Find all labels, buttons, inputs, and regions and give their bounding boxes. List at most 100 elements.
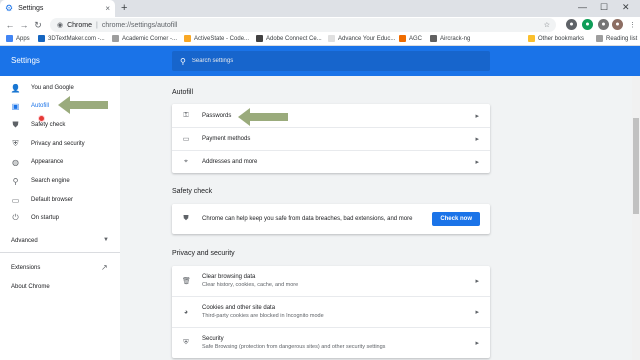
row-label: Addresses and more xyxy=(202,159,258,165)
reading-list[interactable]: Reading list xyxy=(596,35,637,42)
check-now-button[interactable]: Check now xyxy=(432,212,480,226)
search-box[interactable]: ⚲ xyxy=(172,51,490,71)
url-path: chrome://settings/autofill xyxy=(101,21,178,29)
bookmark-favicon-icon xyxy=(328,35,335,42)
open-external-icon[interactable]: ↗ xyxy=(101,263,108,272)
bookmark-item[interactable]: 3DTextMaker.com -... xyxy=(38,35,105,42)
sidebar-item-label: Autofill xyxy=(31,103,50,109)
url-separator: | xyxy=(96,21,98,29)
bookmark-label: ActiveState - Code... xyxy=(194,35,250,42)
sidebar: 👤 You and Google ▣ Autofill ⛊ Safety che… xyxy=(0,76,120,360)
bookmark-label: Advance Your Educ... xyxy=(338,35,396,42)
sidebar-item-search-engine[interactable]: ⚲ Search engine xyxy=(0,173,120,189)
close-window-button[interactable]: ✕ xyxy=(622,2,630,13)
browser-window-icon: ▭ xyxy=(11,195,20,205)
addresses-row[interactable]: ⌖ Addresses and more ▸ xyxy=(172,150,490,173)
bookmark-item[interactable]: Academic Corner -... xyxy=(112,35,177,42)
sidebar-item-you-and-google[interactable]: 👤 You and Google xyxy=(0,80,120,96)
security-row[interactable]: ⛨ Security Safe Browsing (protection fro… xyxy=(172,327,490,358)
bookmark-item[interactable]: AGC xyxy=(399,35,422,42)
back-button[interactable]: ← xyxy=(3,20,17,30)
sidebar-item-on-startup[interactable]: ⏻ On startup xyxy=(0,210,120,226)
bookmark-item[interactable]: Adobe Connect Ce... xyxy=(256,35,322,42)
power-icon: ⏻ xyxy=(12,213,19,222)
tab-title: Settings xyxy=(18,5,44,12)
address-bar[interactable]: ◉ Chrome | chrome://settings/autofill ☆ xyxy=(50,18,556,32)
apps-bookmark[interactable]: Apps xyxy=(6,35,30,42)
row-text: Cookies and other site data Third-party … xyxy=(202,305,324,319)
sidebar-extensions[interactable]: Extensions xyxy=(11,265,40,271)
bookmarks-bar: Apps 3DTextMaker.com -... Academic Corne… xyxy=(0,33,640,46)
tab-close-icon[interactable]: × xyxy=(105,4,110,13)
sidebar-item-privacy[interactable]: ⛨ Privacy and security xyxy=(0,136,120,152)
tab-strip: ⚙ Settings × + — ☐ ✕ xyxy=(0,0,640,17)
menu-icon[interactable]: ⋮ xyxy=(627,19,638,30)
search-input[interactable] xyxy=(191,58,472,64)
new-tab-button[interactable]: + xyxy=(121,2,127,14)
annotation-arrow-icon xyxy=(58,96,108,114)
sidebar-item-label: On startup xyxy=(31,215,60,221)
sidebar-advanced[interactable]: Advanced xyxy=(11,238,38,244)
sidebar-item-label: Safety check xyxy=(31,122,66,128)
shield-check-icon: ⛊ xyxy=(183,215,189,222)
page-title: Settings xyxy=(11,56,40,65)
annotation-arrow-icon xyxy=(238,108,288,126)
key-icon: ⚿ xyxy=(183,111,189,119)
row-label: Payment methods xyxy=(202,136,251,142)
row-text: Clear browsing data Clear history, cooki… xyxy=(202,274,298,288)
bookmark-item[interactable]: ActiveState - Code... xyxy=(184,35,249,42)
safety-check-text: Chrome can help keep you safe from data … xyxy=(202,216,413,222)
bookmark-star-icon[interactable]: ☆ xyxy=(544,21,550,29)
cookie-icon: ◕ xyxy=(183,308,189,316)
sidebar-item-safety-check[interactable]: ⛊ Safety check xyxy=(0,117,120,133)
passwords-row[interactable]: ⚿ Passwords ▸ xyxy=(172,104,490,127)
sidebar-item-label: Search engine xyxy=(31,178,70,184)
bookmark-favicon-icon xyxy=(184,35,191,42)
extension-grid-icon[interactable]: ● xyxy=(598,19,609,30)
bookmark-favicon-icon xyxy=(256,35,263,42)
row-label: Security xyxy=(202,336,224,342)
bookmark-item[interactable]: Aircrack-ng xyxy=(430,35,470,42)
row-sublabel: Clear history, cookies, cache, and more xyxy=(202,282,299,288)
apps-grid-icon xyxy=(6,35,13,42)
maximize-button[interactable]: ☐ xyxy=(600,2,608,13)
chevron-right-icon: ▸ xyxy=(475,278,479,285)
apps-label: Apps xyxy=(16,35,30,42)
other-bookmarks[interactable]: Other bookmarks xyxy=(528,35,584,42)
tab-settings[interactable]: ⚙ Settings × xyxy=(0,0,115,17)
safety-check-card: ⛊ Chrome can help keep you safe from dat… xyxy=(172,204,490,234)
cookies-row[interactable]: ◕ Cookies and other site data Third-part… xyxy=(172,296,490,327)
gear-icon: ⚙ xyxy=(5,3,14,13)
person-icon: 👤 xyxy=(10,83,21,93)
sidebar-item-label: Default browser xyxy=(31,197,74,203)
minimize-button[interactable]: — xyxy=(578,2,587,12)
palette-icon: ◍ xyxy=(12,157,19,167)
payment-methods-row[interactable]: ▭ Payment methods ▸ xyxy=(172,127,490,150)
reload-button[interactable]: ↻ xyxy=(31,20,45,31)
chrome-icon: ◉ xyxy=(57,22,64,29)
extension-icon[interactable]: ● xyxy=(582,19,593,30)
other-bookmarks-label: Other bookmarks xyxy=(538,35,585,42)
profile-avatar[interactable]: ● xyxy=(612,19,623,30)
url-scheme: Chrome xyxy=(67,21,93,29)
row-label: Clear browsing data xyxy=(202,274,256,280)
chevron-right-icon: ▸ xyxy=(475,159,479,166)
shield-icon: ⛨ xyxy=(183,339,189,346)
autofill-card: ⚿ Passwords ▸ ▭ Payment methods ▸ ⌖ Addr… xyxy=(172,104,490,173)
sidebar-about-chrome[interactable]: About Chrome xyxy=(11,284,50,290)
chevron-down-icon[interactable]: ▼ xyxy=(103,237,109,243)
clear-browsing-data-row[interactable]: 🗑 Clear browsing data Clear history, coo… xyxy=(172,266,490,296)
location-pin-icon: ⌖ xyxy=(184,158,188,165)
bookmark-label: Adobe Connect Ce... xyxy=(266,35,322,42)
browser-toolbar: ← → ↻ ◉ Chrome | chrome://settings/autof… xyxy=(0,17,640,33)
sidebar-item-default-browser[interactable]: ▭ Default browser xyxy=(0,192,120,208)
bookmark-item[interactable]: Advance Your Educ... xyxy=(328,35,395,42)
bookmark-favicon-icon xyxy=(430,35,437,42)
sidebar-item-appearance[interactable]: ◍ Appearance xyxy=(0,154,120,170)
chevron-right-icon: ▸ xyxy=(475,340,479,347)
extension-puzzle-icon[interactable]: ● xyxy=(566,19,577,30)
bookmark-label: 3DTextMaker.com -... xyxy=(48,35,105,42)
forward-button[interactable]: → xyxy=(17,20,31,30)
settings-header: Settings ⚲ xyxy=(0,46,640,76)
scrollbar-thumb[interactable] xyxy=(633,118,639,214)
